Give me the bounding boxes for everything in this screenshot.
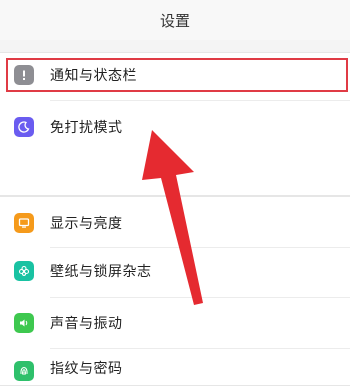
display-icon (14, 213, 34, 233)
divider (50, 100, 350, 101)
settings-item-label: 壁纸与锁屏杂志 (50, 264, 152, 280)
speaker-icon (14, 313, 34, 333)
settings-item-label: 显示与亮度 (50, 216, 123, 232)
divider (50, 348, 350, 349)
divider (50, 247, 350, 248)
moon-icon (14, 117, 34, 137)
flower-icon (14, 261, 34, 281)
settings-item-sound[interactable]: 声音与振动 (0, 301, 350, 345)
settings-item-label: 声音与振动 (50, 316, 123, 332)
settings-item-wallpaper[interactable]: 壁纸与锁屏杂志 (0, 249, 350, 293)
settings-item-label: 通知与状态栏 (50, 68, 137, 84)
divider (50, 297, 350, 298)
settings-item-do-not-disturb[interactable]: 免打扰模式 (0, 105, 350, 149)
settings-item-label: 指纹与密码 (50, 361, 123, 377)
settings-group-2: 显示与亮度 壁纸与锁屏杂志 声音与振动 指纹与密码 (0, 196, 350, 386)
settings-item-notifications[interactable]: 通知与状态栏 (0, 53, 350, 97)
page-header: 设置 (0, 0, 350, 40)
settings-item-label: 免打扰模式 (50, 120, 123, 136)
notification-icon (14, 65, 34, 85)
page-title: 设置 (159, 11, 190, 30)
settings-group-1: 通知与状态栏 免打扰模式 (0, 52, 350, 196)
settings-item-fingerprint[interactable]: 指纹与密码 (0, 351, 350, 385)
settings-item-display[interactable]: 显示与亮度 (0, 201, 350, 245)
fingerprint-icon (14, 361, 34, 381)
